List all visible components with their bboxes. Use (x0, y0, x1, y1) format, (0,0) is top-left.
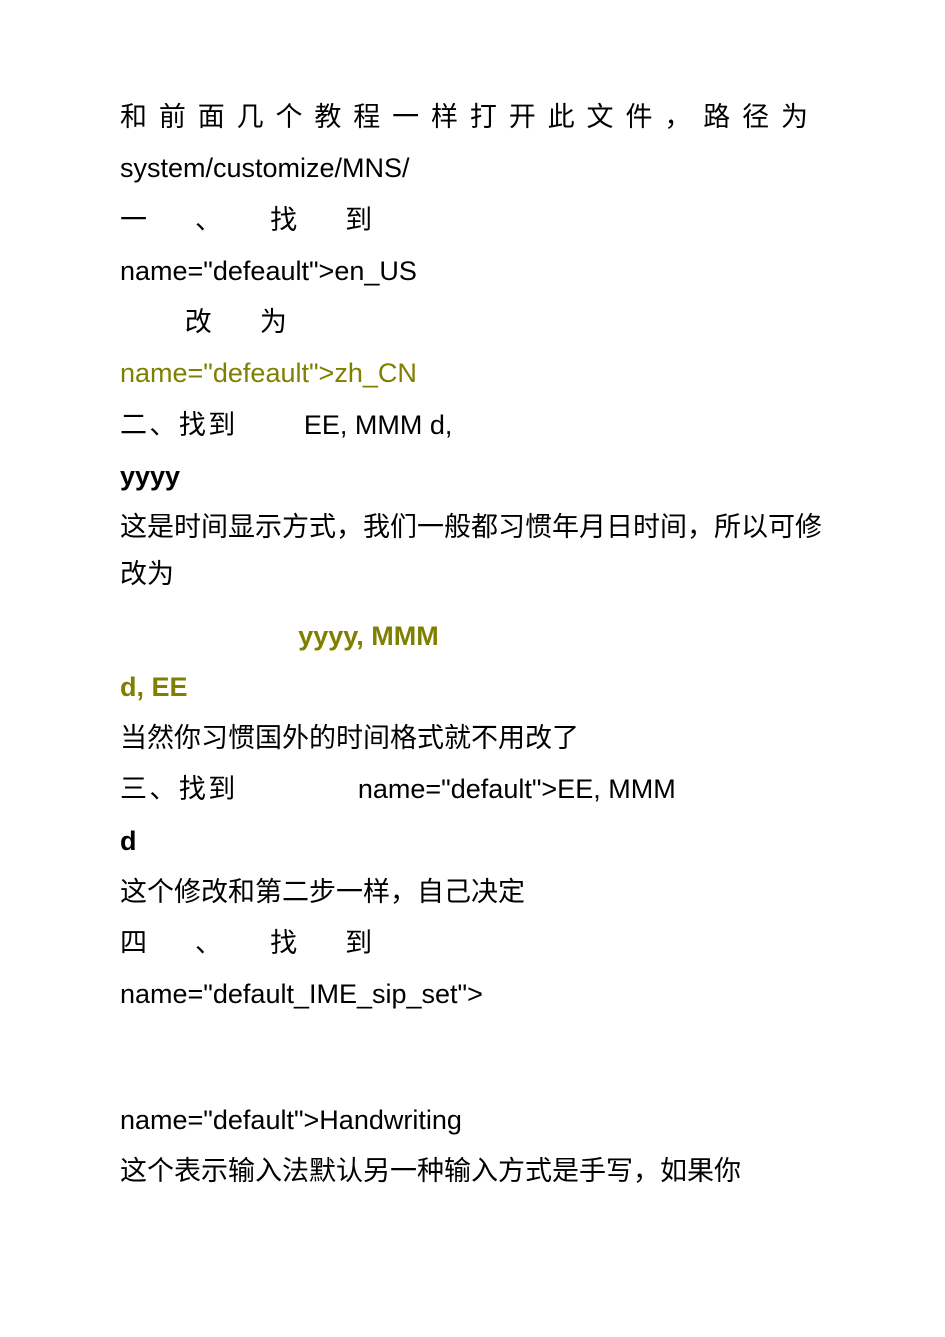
text-line: 改为 (120, 299, 825, 346)
text-code: EE, MMM d, (304, 410, 453, 440)
text-code: name="default">Handwriting (120, 1097, 825, 1144)
text-inline: 三、找到 (120, 774, 238, 804)
text-code-highlight: yyyy, MMM (120, 613, 439, 660)
text-body: 这个修改和第二步一样，自己决定 (120, 869, 825, 916)
text-inline: 二、找到 (120, 410, 238, 440)
text-section-1: 一、找到 (120, 197, 825, 244)
text-code: name="default">EE, MMM (358, 774, 676, 804)
text-body: 这个表示输入法默认另一种输入方式是手写，如果你 (120, 1148, 825, 1195)
text-line: yyyy, MMM (120, 603, 825, 660)
text-code: name="defeault">en_US (120, 248, 825, 295)
text-code: d (120, 818, 825, 865)
text-body: 这是时间显示方式，我们一般都习惯年月日时间，所以可修改为 (120, 504, 825, 599)
document-page: 和前面几个教程一样打开此文件，路径为 system/customize/MNS/… (0, 0, 945, 1337)
text-section-4: 四、找到 (120, 920, 825, 967)
text-code-highlight: name="defeault">zh_CN (120, 350, 825, 397)
text-line: 和前面几个教程一样打开此文件，路径为 (120, 94, 825, 141)
text-code: yyyy (120, 453, 825, 500)
text-code-highlight: d, EE (120, 664, 825, 711)
text-section-2: 二、找到 EE, MMM d, (120, 402, 825, 449)
text-section-3: 三、找到 name="default">EE, MMM (120, 766, 825, 813)
text-code: name="default_IME_sip_set"> (120, 971, 825, 1018)
text-code-path: system/customize/MNS/ (120, 145, 825, 192)
text-body: 当然你习惯国外的时间格式就不用改了 (120, 715, 825, 762)
